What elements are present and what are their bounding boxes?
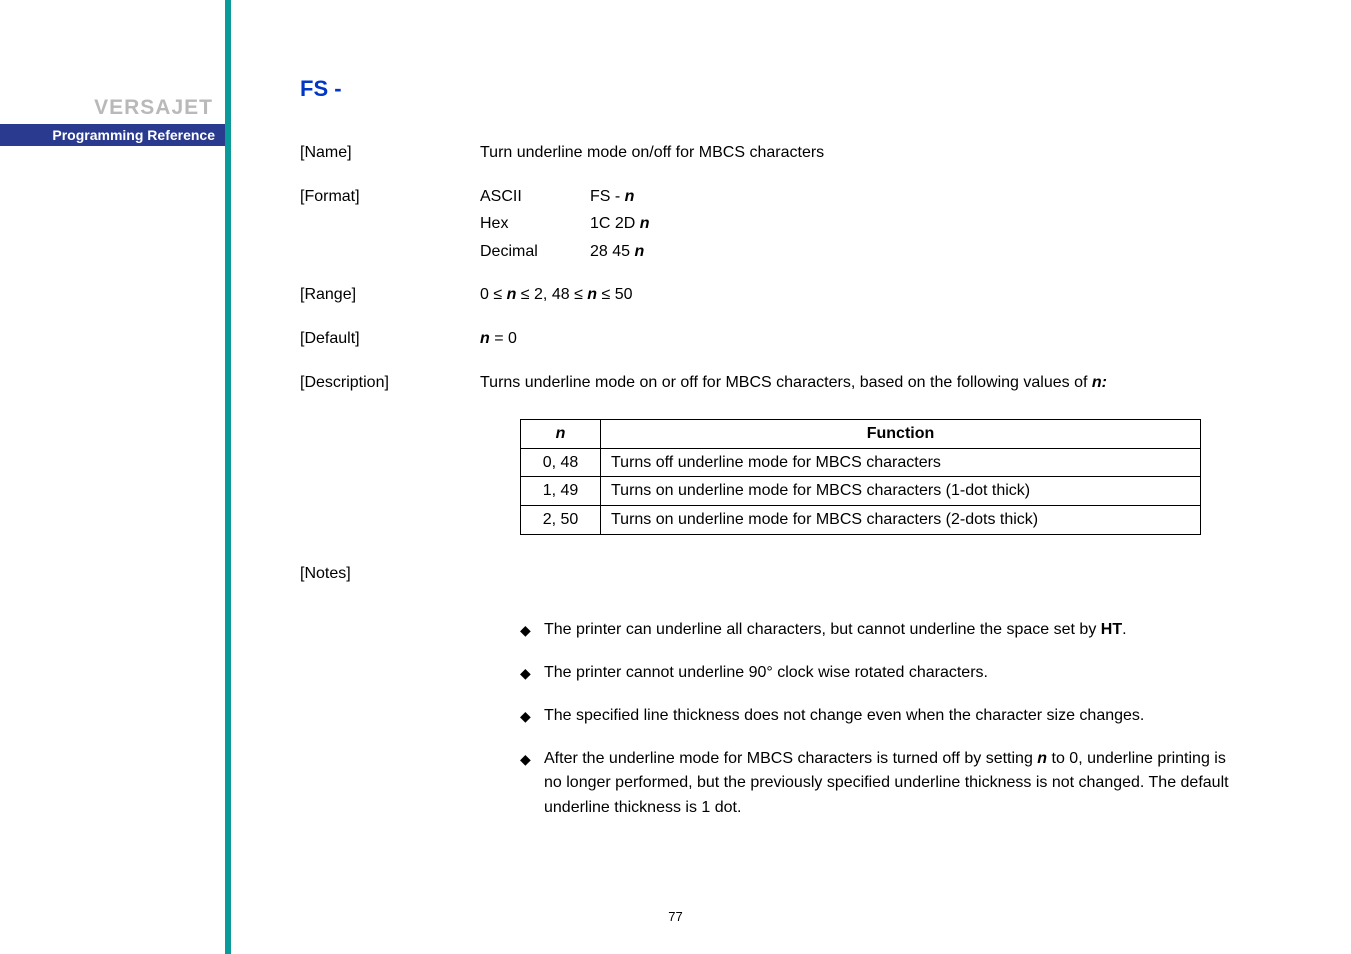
main-content: FS - [Name] Turn underline mode on/off f…	[300, 76, 1280, 857]
cell-f-1: Turns on underline mode for MBCS charact…	[601, 477, 1201, 506]
range-label: [Range]	[300, 282, 480, 308]
command-title: FS -	[300, 76, 1280, 102]
cell-n-1: 1, 49	[521, 477, 601, 506]
description-value: Turns underline mode on or off for MBCS …	[480, 370, 1280, 396]
bullet-icon: ◆	[520, 661, 544, 686]
cell-f-0: Turns off underline mode for MBCS charac…	[601, 448, 1201, 477]
vertical-divider	[225, 0, 231, 954]
fmt-enc-0: ASCII	[480, 184, 590, 210]
fmt-dec-val: 28 45 n	[590, 239, 1280, 265]
page-number: 77	[0, 909, 1351, 924]
bullet-icon: ◆	[520, 747, 544, 821]
fmt-enc-2: Decimal	[480, 239, 590, 265]
table-row: 1, 49 Turns on underline mode for MBCS c…	[521, 477, 1201, 506]
range-value: 0 ≤ n ≤ 2, 48 ≤ n ≤ 50	[480, 282, 1280, 308]
note-item: ◆ The specified line thickness does not …	[520, 704, 1280, 729]
th-n: n	[521, 420, 601, 449]
description-label: [Description]	[300, 370, 480, 396]
note-item: ◆ The printer cannot underline 90° clock…	[520, 661, 1280, 686]
name-label: [Name]	[300, 140, 480, 166]
table-row: 2, 50 Turns on underline mode for MBCS c…	[521, 505, 1201, 534]
cell-f-2: Turns on underline mode for MBCS charact…	[601, 505, 1201, 534]
cell-n-2: 2, 50	[521, 505, 601, 534]
brand-label: VERSAJET	[94, 96, 213, 120]
cell-n-0: 0, 48	[521, 448, 601, 477]
notes-list: ◆ The printer can underline all characte…	[520, 618, 1280, 821]
bullet-icon: ◆	[520, 618, 544, 643]
fmt-hex-val: 1C 2D n	[590, 211, 1280, 237]
table-row: 0, 48 Turns off underline mode for MBCS …	[521, 448, 1201, 477]
note-text-0: The printer can underline all characters…	[544, 618, 1280, 643]
note-text-2: The specified line thickness does not ch…	[544, 704, 1280, 729]
note-item: ◆ After the underline mode for MBCS char…	[520, 747, 1280, 821]
th-function: Function	[601, 420, 1201, 449]
note-text-3: After the underline mode for MBCS charac…	[544, 747, 1280, 821]
fmt-ascii-val: FS - n	[590, 184, 1280, 210]
format-grid: ASCII FS - n Hex 1C 2D n Decimal 28 45 n	[480, 184, 1280, 265]
fmt-enc-1: Hex	[480, 211, 590, 237]
default-value: n = 0	[480, 326, 1280, 352]
format-label: [Format]	[300, 184, 480, 265]
sidebar: VERSAJET Programming Reference	[0, 0, 225, 954]
default-label: [Default]	[300, 326, 480, 352]
note-item: ◆ The printer can underline all characte…	[520, 618, 1280, 643]
sidebar-top-white	[0, 0, 225, 76]
notes-label: [Notes]	[300, 561, 480, 587]
reference-bar: Programming Reference	[0, 124, 225, 146]
note-text-1: The printer cannot underline 90° clock w…	[544, 661, 1280, 686]
function-table: n Function 0, 48 Turns off underline mod…	[520, 419, 1201, 534]
name-value: Turn underline mode on/off for MBCS char…	[480, 140, 1280, 166]
bullet-icon: ◆	[520, 704, 544, 729]
